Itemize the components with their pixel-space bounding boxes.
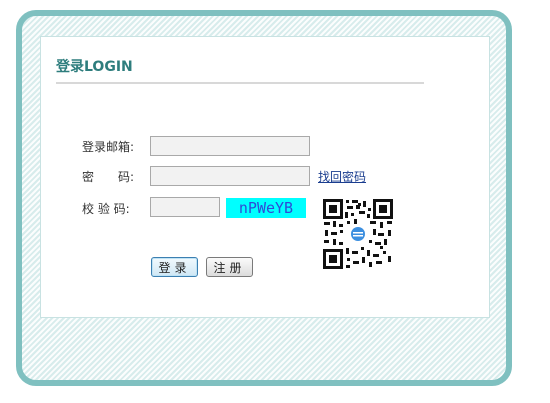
qr-code-icon — [323, 199, 393, 269]
captcha-label: 校 验 码: — [82, 202, 130, 216]
password-label: 密 码: — [82, 170, 135, 184]
captcha-text: nPWeYB — [238, 199, 294, 217]
email-label: 登录邮箱: — [82, 140, 135, 154]
login-button[interactable]: 登录 — [151, 257, 198, 277]
captcha-image[interactable]: nPWeYB — [226, 198, 306, 218]
captcha-input[interactable] — [150, 197, 220, 217]
email-input[interactable] — [150, 136, 310, 156]
page-title: 登录LOGIN — [56, 59, 133, 75]
forgot-password-link[interactable]: 找回密码 — [318, 168, 366, 185]
register-button[interactable]: 注册 — [206, 257, 253, 277]
title-divider — [56, 82, 424, 84]
password-input[interactable] — [150, 166, 310, 186]
